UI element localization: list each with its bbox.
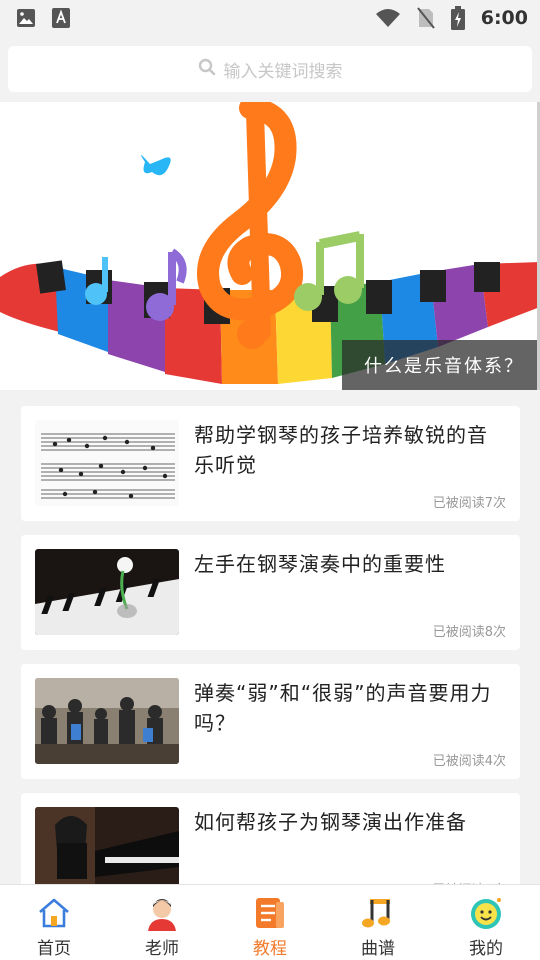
- image-icon: [16, 8, 36, 28]
- nav-label: 老师: [145, 939, 179, 959]
- article-thumbnail: [35, 678, 179, 764]
- battery-charging-icon: [450, 6, 465, 30]
- article-thumbnail: [35, 807, 179, 893]
- font-icon: [52, 8, 70, 28]
- status-time: 6:00: [480, 7, 528, 29]
- article-card[interactable]: 帮助学钢琴的孩子培养敏锐的音乐听觉 已被阅读7次: [21, 406, 520, 521]
- nav-teacher[interactable]: 老师: [108, 885, 216, 960]
- teacher-avatar-icon: [144, 895, 180, 931]
- banner-carousel[interactable]: 什么是乐音体系？: [0, 102, 540, 390]
- article-title: 如何帮孩子为钢琴演出作准备: [194, 810, 467, 834]
- article-title: 帮助学钢琴的孩子培养敏锐的音乐听觉: [194, 423, 488, 477]
- nav-home[interactable]: 首页: [0, 885, 108, 960]
- home-icon: [36, 895, 72, 931]
- nav-label: 曲谱: [361, 939, 395, 959]
- nav-sheet-music[interactable]: 曲谱: [324, 885, 432, 960]
- search-icon: [198, 58, 216, 81]
- article-title: 左手在钢琴演奏中的重要性: [194, 552, 446, 576]
- article-list: 帮助学钢琴的孩子培养敏锐的音乐听觉 已被阅读7次 左手在钢琴演奏中的重要性 已被…: [21, 406, 520, 922]
- article-card[interactable]: 左手在钢琴演奏中的重要性 已被阅读8次: [21, 535, 520, 650]
- article-read-count: 已被阅读7次: [432, 496, 506, 511]
- article-thumbnail: [35, 420, 179, 506]
- music-note-icon: [360, 895, 396, 931]
- search-bar[interactable]: 输入关键词搜索: [8, 46, 532, 92]
- search-placeholder: 输入关键词搜索: [223, 61, 343, 82]
- document-icon: [252, 895, 288, 931]
- nav-label: 首页: [37, 939, 71, 959]
- smiley-face-icon: [468, 895, 504, 931]
- no-sim-icon: [416, 7, 435, 29]
- article-read-count: 已被阅读4次: [432, 754, 506, 769]
- article-card[interactable]: 弹奏“弱”和“很弱”的声音要用力吗？ 已被阅读4次: [21, 664, 520, 779]
- nav-label: 我的: [469, 939, 503, 959]
- article-title: 弹奏“弱”和“很弱”的声音要用力吗？: [194, 681, 492, 735]
- article-read-count: 已被阅读8次: [432, 625, 506, 640]
- nav-tutorial[interactable]: 教程: [216, 885, 324, 960]
- bottom-nav: 首页 老师 教程 曲谱 我的: [0, 884, 540, 960]
- wifi-icon: [375, 8, 401, 28]
- article-thumbnail: [35, 549, 179, 635]
- nav-mine[interactable]: 我的: [432, 885, 540, 960]
- nav-label: 教程: [253, 939, 287, 959]
- banner-caption[interactable]: 什么是乐音体系？: [342, 340, 540, 390]
- status-bar: 6:00: [0, 0, 540, 36]
